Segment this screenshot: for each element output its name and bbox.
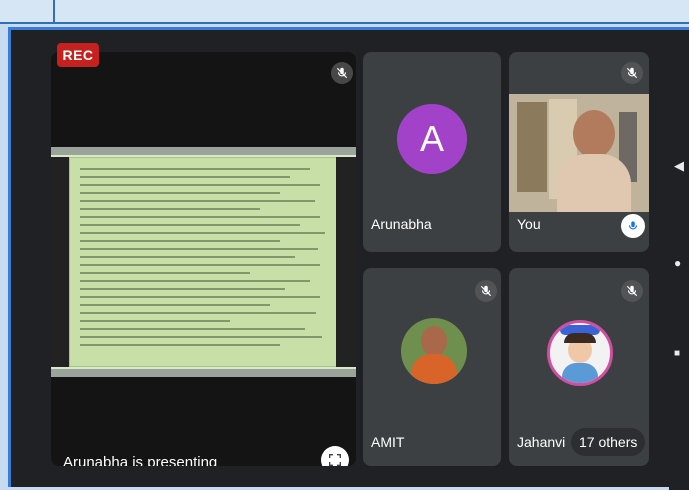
top-strip-cell bbox=[0, 0, 55, 22]
avatar: A bbox=[397, 104, 467, 174]
video-feed bbox=[509, 94, 649, 212]
stop-icon[interactable]: ■ bbox=[674, 348, 680, 359]
participant-name: Jahanvi bbox=[517, 434, 566, 450]
side-rail: ◀ ● ■ bbox=[669, 30, 689, 490]
top-strip bbox=[0, 0, 689, 24]
chevron-left-icon[interactable]: ◀ bbox=[674, 158, 684, 174]
doc-left-margin bbox=[51, 157, 69, 367]
mic-off-icon bbox=[621, 62, 643, 84]
speaking-indicator-icon bbox=[621, 214, 645, 238]
others-count-badge[interactable]: 17 others bbox=[571, 428, 646, 456]
doc-top-band bbox=[51, 147, 356, 155]
fullscreen-icon[interactable] bbox=[321, 446, 349, 466]
participant-tile-others[interactable]: Jahanvi 17 others bbox=[509, 268, 649, 466]
participant-name: AMIT bbox=[371, 434, 405, 450]
presentation-tile[interactable]: Arunabha is presenting bbox=[51, 52, 356, 466]
shared-screen bbox=[51, 147, 356, 377]
doc-right-margin bbox=[336, 157, 356, 367]
record-dot-icon[interactable]: ● bbox=[674, 256, 681, 270]
participant-tile-you[interactable]: You bbox=[509, 52, 649, 252]
mic-off-icon bbox=[621, 280, 643, 302]
avatar bbox=[547, 320, 613, 386]
participant-name: You bbox=[517, 216, 541, 232]
meeting-stage: Arunabha is presenting REC A Arunabha Yo… bbox=[8, 27, 689, 490]
participant-tile-arunabha[interactable]: A Arunabha bbox=[363, 52, 501, 252]
presenter-label: Arunabha is presenting bbox=[63, 454, 218, 466]
slide-page bbox=[69, 157, 337, 367]
rec-badge: REC bbox=[57, 43, 99, 67]
participant-name: Arunabha bbox=[371, 216, 432, 232]
mic-off-icon bbox=[475, 280, 497, 302]
doc-bottom-band bbox=[51, 369, 356, 377]
avatar bbox=[401, 318, 467, 384]
mic-off-icon bbox=[331, 62, 353, 84]
participant-tile-amit[interactable]: AMIT bbox=[363, 268, 501, 466]
